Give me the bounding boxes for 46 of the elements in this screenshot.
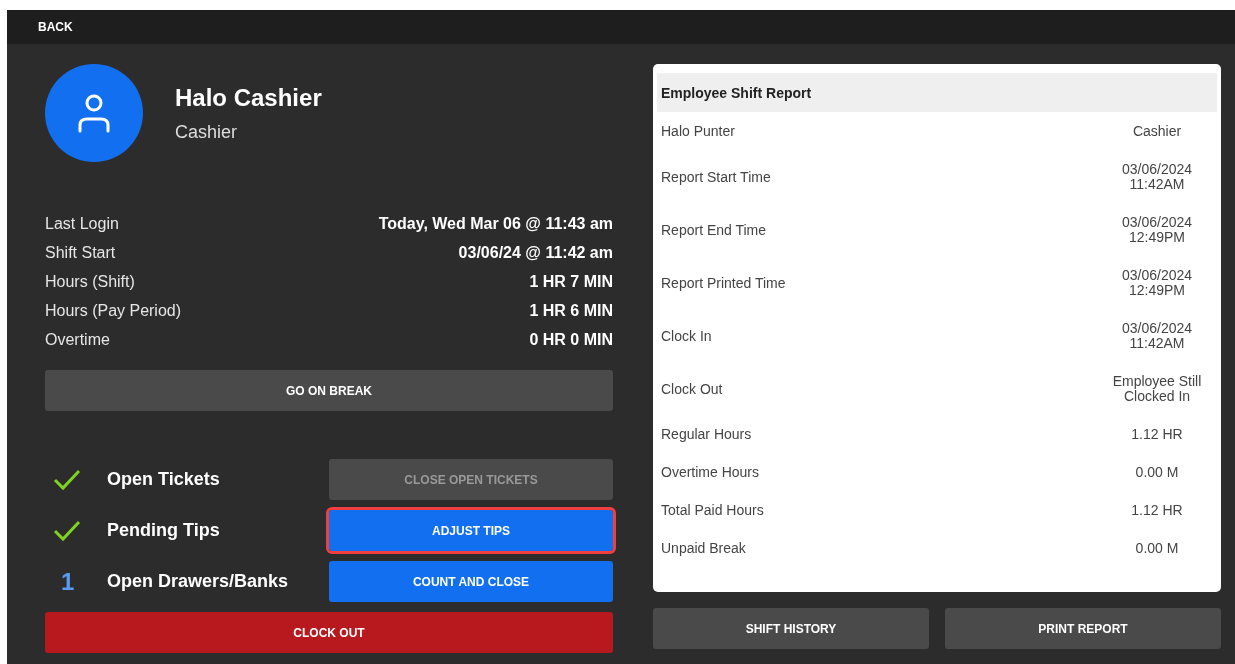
report-label: Overtime Hours <box>661 464 760 480</box>
count-number: 1 <box>60 567 75 596</box>
stat-label: Overtime <box>45 330 110 349</box>
report-value: 03/06/2024 12:49PM <box>1120 267 1194 298</box>
report-label: Clock In <box>661 327 712 344</box>
task-button[interactable]: ADJUST TIPS <box>329 510 613 551</box>
report-label: Halo Punter <box>661 123 735 139</box>
go-on-break-button[interactable]: GO ON BREAK <box>45 370 613 411</box>
report-button[interactable]: PRINT REPORT <box>945 608 1221 649</box>
check-icon <box>53 468 81 491</box>
stat-value: 03/06/24 @ 11:42 am <box>458 243 613 262</box>
report-value: 03/06/2024 12:49PM <box>1120 214 1194 245</box>
report-value: 0.00 M <box>1134 540 1180 556</box>
check-icon <box>53 519 81 542</box>
stat-label: Hours (Pay Period) <box>45 301 182 320</box>
report-label: Clock Out <box>661 380 723 397</box>
report-label: Report Start Time <box>661 168 771 185</box>
report-label: Report End Time <box>661 221 767 238</box>
report-label: Report Printed Time <box>661 274 786 291</box>
stat-label: Last Login <box>45 214 119 233</box>
report-title: Employee Shift Report <box>657 73 1217 112</box>
report-value: 0.00 M <box>1134 464 1180 480</box>
task-label: Open Tickets <box>107 469 221 490</box>
employee-role: Cashier <box>175 122 239 143</box>
back-button[interactable]: BACK <box>33 16 78 38</box>
stat-value: 0 HR 0 MIN <box>529 330 613 349</box>
task-label: Open Drawers/Banks <box>107 571 290 592</box>
report-label: Unpaid Break <box>661 540 746 556</box>
report-value: 03/06/2024 11:42AM <box>1120 161 1194 192</box>
report-value: 1.12 HR <box>1130 502 1184 518</box>
stat-value: 1 HR 7 MIN <box>529 272 613 291</box>
stat-label: Hours (Shift) <box>45 272 135 291</box>
task-button[interactable]: COUNT AND CLOSE <box>329 561 613 602</box>
stat-value: Today, Wed Mar 06 @ 11:43 am <box>378 214 613 233</box>
report-value: 1.12 HR <box>1130 426 1184 442</box>
stat-value: 1 HR 6 MIN <box>529 301 613 320</box>
stat-label: Shift Start <box>45 243 116 262</box>
report-value: Employee Still Clocked In <box>1111 373 1203 404</box>
employee-name: Halo Cashier <box>175 84 322 112</box>
report-value: 03/06/2024 11:42AM <box>1120 320 1194 351</box>
task-label: Pending Tips <box>107 520 221 541</box>
clock-out-button[interactable]: CLOCK OUT <box>45 612 613 653</box>
report-button[interactable]: SHIFT HISTORY <box>653 608 929 649</box>
report-label: Regular Hours <box>661 426 752 442</box>
report-value: Cashier <box>1131 123 1183 139</box>
report-label: Total Paid Hours <box>661 502 764 518</box>
